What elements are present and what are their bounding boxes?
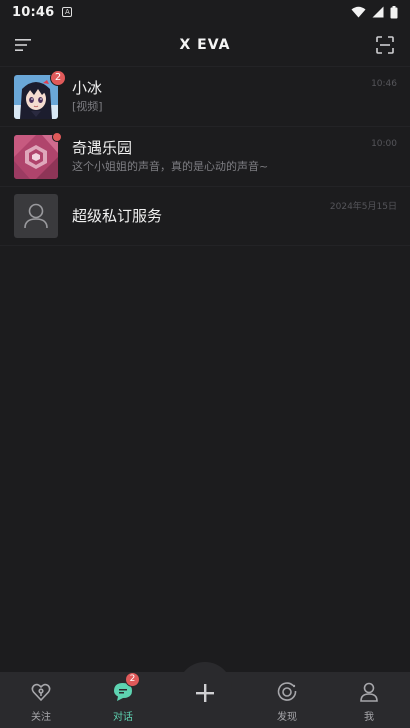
conversation-name: 奇遇乐园: [72, 139, 133, 157]
avatar-qiyu: [14, 131, 62, 179]
conversation-list: 2 小冰 [视频] 10:46 奇遇乐园 这个小姐姐的声音，真的是心动的声音~ …: [0, 66, 410, 246]
menu-button[interactable]: [12, 34, 34, 56]
conversation-name: 超级私订服务: [72, 207, 163, 225]
unread-badge: 2: [50, 69, 66, 86]
conversation-name: 小冰: [72, 79, 103, 97]
status-time: 10:46: [12, 4, 55, 20]
nav-add[interactable]: [164, 672, 246, 728]
conversation-text: 奇遇乐园 这个小姐姐的声音，真的是心动的声音~: [72, 138, 268, 175]
nav-me[interactable]: 我: [328, 672, 410, 728]
screen: 10:46 A X EVA 2 小冰 [视频] 10:46 奇遇乐园 这个小姐姐…: [0, 0, 410, 728]
conversation-time: 2024年5月15日: [329, 202, 397, 212]
discover-icon: [277, 681, 297, 701]
conversation-item-xiaobing[interactable]: 2 小冰 [视频] 10:46: [0, 66, 410, 126]
default-user-avatar: [14, 194, 58, 238]
user-icon: [360, 682, 378, 702]
unread-dot: [52, 131, 62, 142]
conversation-preview: [视频]: [72, 100, 103, 113]
cube-logo-avatar: [14, 134, 58, 179]
signal-icon: [372, 6, 384, 18]
conversation-time: 10:46: [371, 79, 397, 89]
nav-discover-label: 发现: [277, 711, 297, 723]
bottom-nav: 关注 2 对话 发现 我: [0, 662, 410, 728]
scan-button[interactable]: [374, 34, 396, 56]
notification-icon: A: [62, 7, 73, 17]
nav-follow[interactable]: 关注: [0, 672, 82, 728]
nav-discover[interactable]: 发现: [246, 672, 328, 728]
wifi-icon: [351, 6, 366, 18]
scan-icon: [376, 36, 394, 54]
conversation-item-qiyu[interactable]: 奇遇乐园 这个小姐姐的声音，真的是心动的声音~ 10:00: [0, 126, 410, 186]
heart-key-icon: [31, 683, 51, 701]
nav-chat-label: 对话: [113, 711, 133, 723]
avatar-xiaobing: 2: [14, 69, 66, 119]
nav-follow-label: 关注: [31, 711, 51, 723]
conversation-text: 小冰 [视频]: [72, 78, 103, 115]
menu-icon: [15, 39, 31, 51]
nav-me-label: 我: [364, 711, 374, 723]
battery-icon: [390, 5, 398, 18]
conversation-preview: 这个小姐姐的声音，真的是心动的声音~: [72, 160, 269, 173]
conversation-time: 10:00: [371, 139, 397, 149]
nav-chat[interactable]: 2 对话: [82, 671, 164, 728]
status-indicators: [351, 5, 398, 19]
app-header: X EVA: [0, 24, 410, 66]
conversation-text: 超级私订服务: [72, 206, 162, 226]
app-title: X EVA: [179, 37, 231, 53]
plus-icon: [196, 684, 214, 702]
avatar-service: [14, 194, 58, 238]
status-bar: 10:46 A: [0, 0, 410, 24]
nav-chat-badge: 2: [125, 671, 140, 687]
conversation-item-service[interactable]: 超级私订服务 2024年5月15日: [0, 186, 410, 246]
